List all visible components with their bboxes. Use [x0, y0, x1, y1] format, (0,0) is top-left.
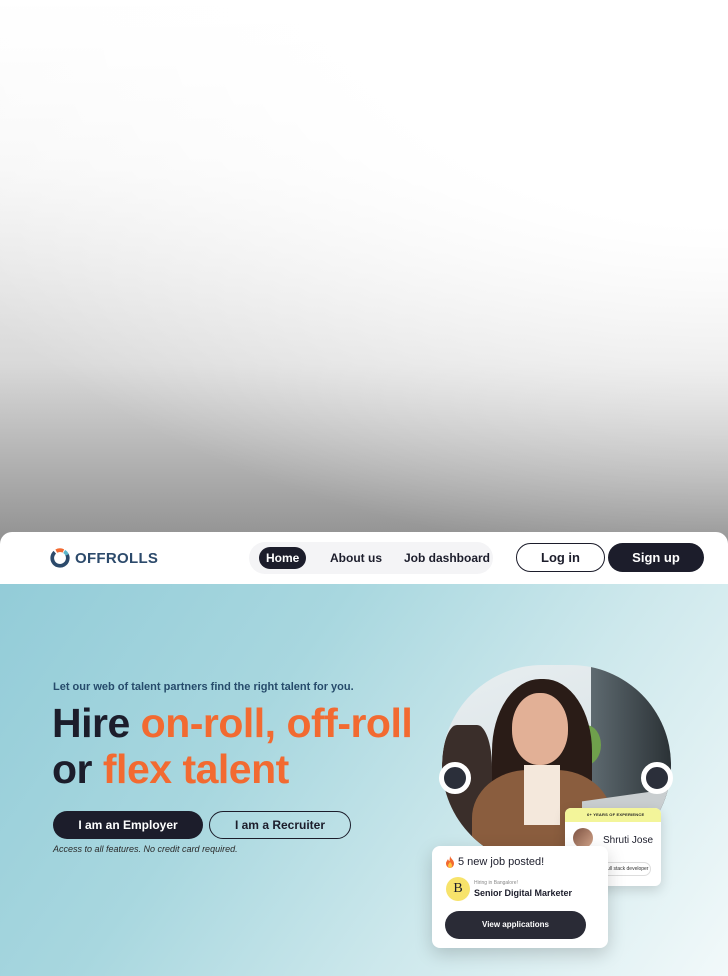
carousel-prev-dot [439, 762, 471, 794]
jobs-posted-text: 5 new job posted! [458, 856, 545, 868]
main-nav: Home About us Job dashboard [249, 542, 493, 574]
nav-item-home[interactable]: Home [259, 547, 307, 569]
job-posted-card: 5 new job posted! B Hiring in Bangalore!… [432, 846, 608, 948]
top-navbar: OFFROLLS Home About us Job dashboard Log… [0, 532, 728, 584]
company-logo: B [446, 877, 470, 901]
headline-part-or: or [52, 746, 103, 792]
page-backdrop [0, 0, 728, 560]
employer-button[interactable]: I am an Employer [53, 811, 203, 839]
carousel-next-dot [641, 762, 673, 794]
brand-name: OFFROLLS [75, 549, 159, 567]
experience-badge: 6+ YEARS OF EXPERIENCE [565, 808, 661, 822]
hero-tagline: Let our web of talent partners find the … [53, 681, 354, 693]
candidate-name: Shruti Jose [603, 835, 654, 846]
job-title: Senior Digital Marketer [474, 888, 573, 898]
signup-button[interactable]: Sign up [608, 543, 704, 572]
fire-icon [446, 856, 454, 868]
hiring-location: Hiring in Bangalore! [474, 880, 518, 886]
hero-headline: Hire on-roll, off-roll or flex talent [52, 700, 432, 792]
hero-section: Let our web of talent partners find the … [0, 584, 728, 976]
access-note: Access to all features. No credit card r… [53, 844, 238, 854]
headline-part-hire: Hire [52, 700, 141, 746]
nav-item-about-us[interactable]: About us [330, 547, 382, 569]
headline-part-flex-talent: flex talent [102, 746, 289, 792]
candidate-avatar [573, 828, 593, 848]
headline-part-on-off-roll: on-roll, off-roll [140, 700, 413, 746]
recruiter-button[interactable]: I am a Recruiter [209, 811, 351, 839]
offrolls-logo-icon [50, 548, 70, 568]
nav-item-job-dashboard[interactable]: Job dashboard [404, 547, 490, 569]
view-applications-button[interactable]: View applications [445, 911, 586, 939]
brand-logo[interactable]: OFFROLLS [49, 546, 158, 570]
login-button[interactable]: Log in [516, 543, 605, 572]
